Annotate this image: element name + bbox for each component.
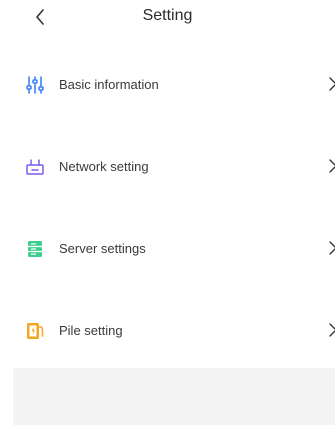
chevron-right-icon	[329, 77, 335, 91]
menu-item-network-setting[interactable]: Network setting	[0, 124, 335, 206]
header-bar: Setting	[0, 0, 335, 38]
server-icon	[25, 239, 45, 259]
router-icon	[25, 157, 45, 177]
chevron-right-icon	[329, 323, 335, 337]
menu-item-server-settings[interactable]: Server settings	[0, 206, 335, 288]
sliders-icon	[25, 75, 45, 95]
menu-item-label: Pile setting	[59, 323, 123, 338]
menu-item-pile-setting[interactable]: Pile setting	[0, 288, 335, 370]
menu-item-label: Server settings	[59, 241, 146, 256]
chevron-right-icon	[329, 241, 335, 255]
menu-item-label: Network setting	[59, 159, 149, 174]
charging-pile-icon	[25, 321, 45, 341]
footer-panel	[13, 368, 335, 425]
menu-item-basic-information[interactable]: Basic information	[0, 42, 335, 124]
chevron-right-icon	[329, 159, 335, 173]
page-title: Setting	[142, 7, 193, 24]
menu-item-label: Basic information	[59, 77, 159, 92]
